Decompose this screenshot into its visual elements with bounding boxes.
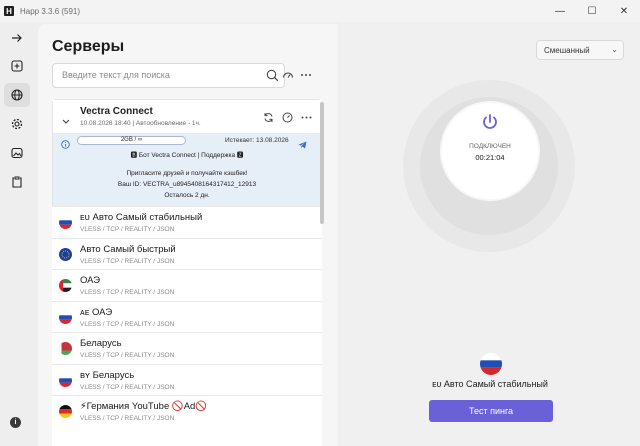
russia-flag-icon (480, 353, 502, 375)
more-menu-icon[interactable] (301, 110, 312, 128)
search-input[interactable]: Введите текст для поиска (52, 63, 285, 88)
connection-status: ПОДКЛЮЧЕН (469, 143, 511, 150)
chevron-down-icon: ⌄ (611, 45, 618, 54)
server-name: ʙʏ Беларусь (80, 369, 135, 381)
server-protocol: VLESS / TCP / REALITY / JSON (80, 289, 175, 296)
server-protocol: VLESS / TCP / REALITY / JSON (80, 257, 175, 265)
close-button[interactable]: ✕ (608, 0, 640, 22)
user-id: Ваш ID: VECTRA_u8945408164317412_12913 (117, 181, 257, 188)
list-item[interactable]: ⚡Германия YouTube 🚫Ad🚫 VLESS / TCP / REA… (52, 395, 322, 427)
nav-rail (0, 22, 34, 446)
app-icon: H (4, 6, 14, 16)
list-item[interactable]: Авто Самый быстрый VLESS / TCP / REALITY… (52, 237, 322, 269)
server-protocol: VLESS / TCP / REALITY / JSON (80, 415, 175, 422)
uae-flag-icon (59, 279, 72, 292)
subscription-meta: 10.08.2026 18:40 | Автообновление - 1ч. (80, 120, 201, 127)
list-item[interactable]: ʙʏ Беларусь VLESS / TCP / REALITY / JSON (52, 363, 322, 395)
maximize-button[interactable]: ☐ (576, 0, 608, 22)
speed-test-icon[interactable] (282, 68, 294, 86)
window-title: Happ 3.3.6 (591) (20, 6, 81, 16)
expiry-date: Истекает: 13.08.2026 (225, 137, 289, 144)
more-menu-icon[interactable] (300, 68, 312, 86)
russia-flag-icon (59, 373, 72, 387)
list-item[interactable]: ᴇᴜ Авто Самый стабильный VLESS / TCP / R… (52, 206, 322, 238)
selected-server-name: ᴇᴜ Авто Самый стабильный (432, 379, 548, 389)
gear-icon[interactable] (4, 112, 30, 136)
server-name: Авто Самый быстрый (80, 243, 176, 255)
clipboard-icon[interactable] (4, 170, 30, 194)
invite-text: Пригласите друзей и получайте кэшбек! (126, 170, 248, 177)
page-title: Серверы (52, 38, 125, 55)
refresh-icon[interactable] (263, 110, 274, 128)
list-item[interactable]: ОАЭ VLESS / TCP / REALITY / JSON (52, 269, 322, 301)
server-protocol: VLESS / TCP / REALITY / JSON (80, 226, 175, 233)
subscription-card: Vectra Connect 10.08.2026 18:40 | Автооб… (52, 99, 322, 206)
server-name: ⚡Германия YouTube 🚫Ad🚫 (80, 401, 208, 412)
days-remaining: Осталось 2 дн. (164, 192, 210, 199)
search-icon[interactable] (266, 69, 279, 87)
russia-flag-icon (59, 310, 72, 324)
server-name: ᴀᴇ ОАЭ (80, 306, 113, 318)
title-bar: H Happ 3.3.6 (591) — ☐ ✕ (0, 0, 640, 22)
chevron-down-icon[interactable] (62, 112, 70, 130)
subscription-header[interactable]: Vectra Connect 10.08.2026 18:40 | Автооб… (53, 100, 321, 133)
server-name: ОАЭ (80, 275, 101, 286)
list-item[interactable]: Беларусь VLESS / TCP / REALITY / JSON (52, 332, 322, 364)
minimize-button[interactable]: — (544, 0, 576, 22)
info-icon[interactable]: i (10, 417, 21, 428)
list-item[interactable]: ᴀᴇ ОАЭ VLESS / TCP / REALITY / JSON (52, 300, 322, 332)
server-protocol: VLESS / TCP / REALITY / JSON (80, 383, 175, 391)
subscription-name: Vectra Connect (80, 106, 153, 117)
belarus-flag-icon (59, 342, 72, 355)
plus-square-icon[interactable] (4, 54, 30, 78)
germany-flag-icon (59, 405, 72, 418)
power-icon[interactable] (481, 113, 499, 136)
connection-timer: 00:21:04 (475, 153, 505, 162)
server-list[interactable]: Vectra Connect 10.08.2026 18:40 | Автооб… (52, 99, 322, 446)
servers-panel: Серверы Введите текст для поиска Vectra … (38, 24, 338, 446)
russia-flag-icon (59, 216, 72, 229)
mode-select[interactable]: Смешанный ⌄ (536, 40, 624, 60)
subscription-links[interactable]: 🅱 Бот Vectra Connect | Поддержка 🆉 (53, 149, 321, 159)
subscription-info: 2GB / ∞ Истекает: 13.08.2026 🅱 Бот Vectr… (53, 133, 321, 206)
scrollbar[interactable] (320, 102, 324, 224)
server-protocol: VLESS / TCP / REALITY / JSON (80, 320, 175, 328)
server-name: ᴇᴜ Авто Самый стабильный (80, 212, 203, 223)
server-name: Беларусь (80, 338, 122, 349)
speed-test-icon[interactable] (282, 110, 293, 128)
image-icon[interactable] (4, 141, 30, 165)
arrow-right-icon[interactable] (4, 26, 30, 50)
ping-test-button[interactable]: Тест пинга (429, 400, 553, 422)
server-protocol: VLESS / TCP / REALITY / JSON (80, 352, 175, 359)
eu-flag-icon (59, 247, 72, 261)
search-placeholder: Введите текст для поиска (62, 70, 170, 80)
traffic-usage: 2GB / ∞ (77, 136, 186, 145)
mode-value: Смешанный (544, 46, 590, 55)
globe-icon[interactable] (4, 83, 30, 107)
